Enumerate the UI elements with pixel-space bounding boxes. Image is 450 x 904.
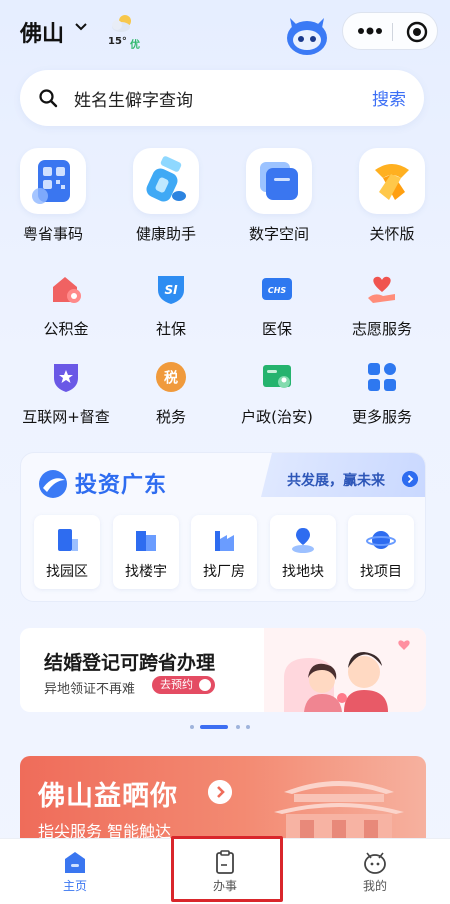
weather-widget[interactable]: 15° 优 [108,12,142,51]
close-mini-program-icon[interactable] [405,20,429,44]
pager-dot-active[interactable] [200,725,228,729]
invest-item-label: 找厂房 [203,564,245,580]
chevron-right-icon [199,679,211,691]
button-label: 去预约 [160,678,193,691]
qr-code-icon [32,160,70,204]
service-label: 粤省事码 [22,225,83,243]
pager-dot[interactable] [236,725,240,729]
ancestral-gate-illustration [274,781,404,846]
invest-find-land[interactable]: 找地块 [270,515,336,589]
service-label: 更多服务 [351,408,412,426]
search-button[interactable]: 搜索 [372,85,406,110]
highlight-box [171,836,283,902]
capsule-divider [392,23,393,41]
service-label: 医保 [261,320,292,338]
invest-find-factory[interactable]: 找厂房 [191,515,257,589]
invest-item-label: 找项目 [360,564,402,580]
office-building-icon [136,531,156,551]
banner-title: 佛山益晒你 [38,781,178,812]
service-health-assistant[interactable]: 健康助手 [116,148,216,244]
service-label: 数字空间 [248,225,309,243]
pager-dot[interactable] [246,725,250,729]
search-input[interactable]: 姓名生僻字查询 [74,86,193,111]
cup-icon [146,156,186,202]
carousel-pager [190,723,260,731]
chevron-right-icon[interactable] [402,471,418,487]
service-label: 关怀版 [369,225,415,243]
banner-subtitle: 异地领证不再难 [44,682,136,697]
pager-dot[interactable] [190,725,194,729]
invest-find-project[interactable]: 找项目 [348,515,414,589]
chevron-down-icon[interactable] [74,22,88,32]
shield-star-icon [54,364,78,392]
invest-title: 投资广东 [75,473,168,498]
service-care-mode[interactable]: 关怀版 [342,148,442,244]
id-card-icon [263,365,291,388]
social-security-icon-text: SI [164,283,178,297]
chevron-right-icon[interactable] [208,780,232,804]
service-label: 互联网+督查 [22,408,110,426]
tab-label: 我的 [362,879,387,893]
social-security-icon: SI [158,276,184,304]
tab-profile[interactable]: 我的 [300,839,450,904]
mini-program-capsule [342,12,438,50]
top-bar: 佛山 15° 优 [0,0,450,66]
service-digital-space[interactable]: 数字空间 [229,148,329,244]
banner-title: 结婚登记可跨省办理 [44,652,216,674]
foshan-service-banner[interactable]: 佛山益晒你 指尖服务 智能触达 [20,756,426,846]
volunteer-heart-icon [368,276,395,303]
tax-icon: 税 [156,362,186,392]
invest-guangdong-card: 投资广东 共发展，赢未来 找园区 找楼宇 找厂房 找地块 找项目 [20,452,426,602]
tax-icon-text: 税 [164,370,178,387]
service-volunteer[interactable]: 志愿服务 [326,272,438,339]
home-icon [65,852,85,873]
cloud-sun-icon [112,15,131,32]
service-more[interactable]: 更多服务 [326,360,438,427]
medical-insurance-icon: CHS [262,278,292,300]
service-housing-fund[interactable]: 公积金 [10,272,122,339]
invest-item-label: 找楼宇 [125,564,167,580]
primary-services: 粤省事码 健康助手 数字空间 关怀版 [0,148,450,248]
more-options-icon[interactable] [355,21,385,41]
service-internet-supervision[interactable]: 互联网+督查 [10,360,122,427]
tab-home[interactable]: 主页 [0,839,150,904]
service-medical-insurance[interactable]: CHS 医保 [221,272,333,339]
invest-find-park[interactable]: 找园区 [34,515,100,589]
location-pin-icon [292,528,314,553]
invest-slogan[interactable]: 共发展，赢未来 [287,470,385,490]
search-icon [39,89,58,108]
service-label: 健康助手 [135,225,196,243]
house-fund-icon [53,277,81,303]
service-household-registration[interactable]: 户政(治安) [221,360,333,427]
tab-label: 主页 [62,879,87,893]
service-label: 社保 [155,320,186,338]
marriage-registration-banner[interactable]: 结婚登记可跨省办理 异地领证不再难 去预约 [20,628,426,712]
search-bar[interactable]: 姓名生僻字查询 搜索 [20,70,424,126]
factory-icon [215,531,234,551]
book-appointment-button[interactable]: 去预约 [152,676,215,694]
air-quality: 优 [130,40,140,51]
medical-insurance-icon-text: CHS [268,286,287,295]
invest-item-label: 找地块 [282,564,324,580]
invest-item-label: 找园区 [46,564,88,580]
park-building-icon [58,529,78,551]
temperature: 15° [108,36,127,47]
service-label: 户政(治安) [241,408,313,426]
scarf-icon [375,164,409,200]
profile-mascot-icon [364,852,386,874]
invest-logo-icon [39,470,67,498]
service-label: 志愿服务 [351,320,412,338]
city-selector[interactable]: 佛山 [20,16,64,48]
service-label: 税务 [155,408,186,426]
service-label: 公积金 [43,320,89,338]
invest-find-building[interactable]: 找楼宇 [113,515,179,589]
grid-icon [368,363,396,391]
folder-icon [260,162,298,200]
service-yueshengshi-code[interactable]: 粤省事码 [3,148,103,244]
service-tax[interactable]: 税 税务 [115,360,227,427]
couple-illustration [264,628,426,712]
service-social-security[interactable]: SI 社保 [115,272,227,339]
assistant-mascot-icon[interactable] [284,14,330,56]
project-planet-icon [366,531,396,549]
